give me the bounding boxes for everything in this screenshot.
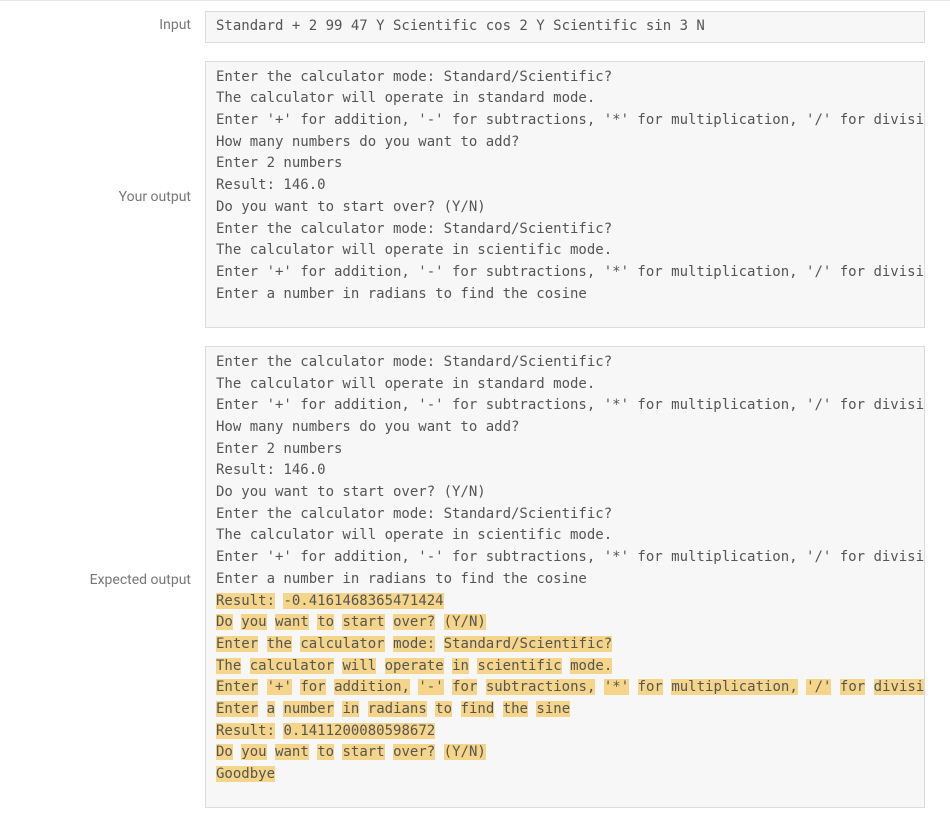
output-line: Enter the calculator mode: Standard/Scie… — [216, 634, 914, 656]
diff-highlight: Enter — [216, 701, 258, 717]
diff-highlight: radians — [368, 701, 427, 717]
diff-highlight: mode. — [570, 658, 612, 674]
output-line: Enter '+' for addition, '-' for subtract… — [216, 677, 914, 699]
diff-highlight: in — [342, 701, 359, 717]
diff-highlight: Result: — [216, 593, 275, 609]
diff-highlight: '*' — [604, 679, 629, 695]
diff-highlight: (Y/N) — [444, 614, 486, 630]
output-line: Enter '+' for addition, '-' for subtract… — [216, 395, 914, 417]
output-line: Enter the calculator mode: Standard/Scie… — [216, 219, 914, 241]
diff-highlight: Goodbye — [216, 766, 275, 782]
expected-output-box[interactable]: Enter the calculator mode: Standard/Scie… — [205, 346, 925, 808]
diff-highlight: (Y/N) — [444, 744, 486, 760]
output-line: How many numbers do you want to add? — [216, 132, 914, 154]
diff-highlight: you — [241, 614, 266, 630]
output-line: Enter '+' for addition, '-' for subtract… — [216, 262, 914, 284]
diff-highlight: -0.4161468365471424 — [283, 593, 443, 609]
diff-highlight: mode: — [393, 636, 435, 652]
diff-highlight: Result: — [216, 723, 275, 739]
output-line: Enter 2 numbers — [216, 153, 914, 175]
your-output-label: Your output — [0, 183, 205, 205]
output-line: Do you want to start over? (Y/N) — [216, 742, 914, 764]
diff-highlight: '/' — [806, 679, 831, 695]
diff-highlight: '+' — [267, 679, 292, 695]
diff-highlight: subtractions, — [486, 679, 596, 695]
diff-highlight: multiplication, — [671, 679, 797, 695]
diff-highlight: start — [342, 614, 384, 630]
input-section: Input Standard + 2 99 47 Y Scientific co… — [0, 11, 950, 43]
diff-highlight: the — [267, 636, 292, 652]
diff-highlight: Enter — [216, 636, 258, 652]
diff-highlight: want — [275, 614, 309, 630]
output-line: Enter the calculator mode: Standard/Scie… — [216, 504, 914, 526]
output-line: Enter the calculator mode: Standard/Scie… — [216, 352, 914, 374]
input-label: Input — [0, 11, 205, 33]
diff-highlight: calculator — [250, 658, 334, 674]
diff-highlight: 0.1411200080598672 — [283, 723, 435, 739]
output-line: The calculator will operate in scientifi… — [216, 240, 914, 262]
output-line: Enter a number in radians to find the si… — [216, 699, 914, 721]
diff-highlight: in — [452, 658, 469, 674]
diff-highlight: want — [275, 744, 309, 760]
diff-highlight: The — [216, 658, 241, 674]
output-line: The calculator will operate in standard … — [216, 374, 914, 396]
diff-highlight: to — [317, 614, 334, 630]
diff-highlight: Enter — [216, 679, 258, 695]
output-line: Result: 146.0 — [216, 175, 914, 197]
output-line: Do you want to start over? (Y/N) — [216, 197, 914, 219]
diff-highlight: a — [267, 701, 275, 717]
diff-highlight: find — [461, 701, 495, 717]
diff-highlight: scientific — [477, 658, 561, 674]
diff-highlight: for — [452, 679, 477, 695]
diff-highlight: calculator — [300, 636, 384, 652]
your-output-section: Your output Enter the calculator mode: S… — [0, 61, 950, 328]
output-line: Goodbye — [216, 764, 914, 786]
diff-highlight: for — [638, 679, 663, 695]
output-line: The calculator will operate in standard … — [216, 88, 914, 110]
diff-highlight: over? — [393, 614, 435, 630]
output-line: Enter the calculator mode: Standard/Scie… — [216, 67, 914, 89]
top-divider — [0, 0, 950, 1]
output-line: Enter '+' for addition, '-' for subtract… — [216, 110, 914, 132]
diff-highlight: '-' — [418, 679, 443, 695]
diff-highlight: you — [241, 744, 266, 760]
diff-highlight: number — [283, 701, 334, 717]
diff-highlight: division — [874, 679, 925, 695]
input-box[interactable]: Standard + 2 99 47 Y Scientific cos 2 Y … — [205, 11, 925, 43]
output-line: The calculator will operate in scientifi… — [216, 525, 914, 547]
diff-highlight: Standard/Scientific? — [444, 636, 613, 652]
output-line: Result: -0.4161468365471424 — [216, 591, 914, 613]
diff-highlight: to — [317, 744, 334, 760]
output-line: Result: 0.1411200080598672 — [216, 721, 914, 743]
diff-highlight: Do — [216, 614, 233, 630]
output-line: Enter a number in radians to find the co… — [216, 284, 914, 306]
expected-output-label: Expected output — [0, 566, 205, 588]
diff-highlight: addition, — [334, 679, 410, 695]
output-line: How many numbers do you want to add? — [216, 417, 914, 439]
your-output-box[interactable]: Enter the calculator mode: Standard/Scie… — [205, 61, 925, 328]
output-line: Do you want to start over? (Y/N) — [216, 612, 914, 634]
diff-highlight: for — [840, 679, 865, 695]
diff-highlight: will — [342, 658, 376, 674]
diff-highlight: Do — [216, 744, 233, 760]
expected-output-section: Expected output Enter the calculator mod… — [0, 346, 950, 808]
diff-highlight: start — [342, 744, 384, 760]
diff-highlight: for — [300, 679, 325, 695]
diff-highlight: to — [435, 701, 452, 717]
output-line: Enter 2 numbers — [216, 439, 914, 461]
output-line: The calculator will operate in scientifi… — [216, 656, 914, 678]
diff-highlight: over? — [393, 744, 435, 760]
output-line: Enter a number in radians to find the co… — [216, 569, 914, 591]
output-line: Do you want to start over? (Y/N) — [216, 482, 914, 504]
output-line: Enter '+' for addition, '-' for subtract… — [216, 547, 914, 569]
diff-highlight: sine — [536, 701, 570, 717]
diff-highlight: the — [503, 701, 528, 717]
output-line: Result: 146.0 — [216, 460, 914, 482]
diff-highlight: operate — [385, 658, 444, 674]
